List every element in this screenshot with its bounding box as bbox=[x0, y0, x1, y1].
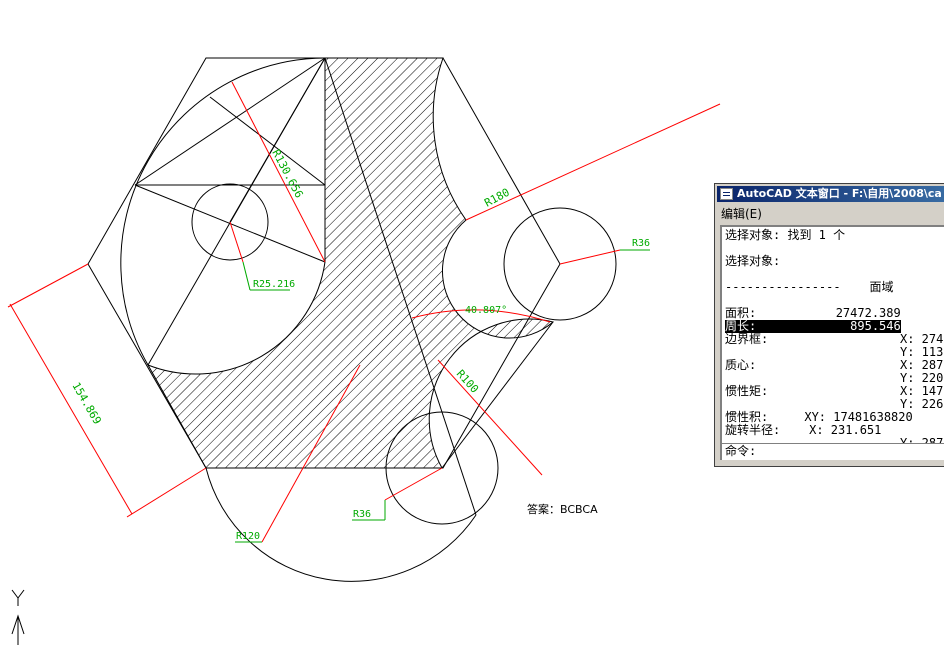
dim-radius-120: R120 bbox=[236, 531, 260, 542]
line-select-found: 选择对象: 找到 1 个 bbox=[725, 228, 846, 242]
line-bbox-label: 边界框: bbox=[725, 332, 769, 346]
dim-radius-36-bottom: R36 bbox=[353, 509, 371, 520]
menu-edit[interactable]: 编辑(E) bbox=[721, 205, 762, 222]
answer-label: 答案：BCBCA bbox=[527, 502, 598, 516]
large-arc-left bbox=[120, 57, 326, 366]
dim-radius-25: R25.216 bbox=[253, 279, 295, 290]
text-window-output[interactable]: 选择对象: 找到 1 个 选择对象: ---------------- 面域 面… bbox=[720, 225, 944, 460]
command-line[interactable]: 命令: bbox=[722, 443, 944, 460]
text-window-title: AutoCAD 文本窗口 - F:\自用\2008\ca bbox=[737, 187, 942, 200]
autocad-text-window[interactable]: AutoCAD 文本窗口 - F:\自用\2008\ca 编辑(E) 选择对象:… bbox=[714, 183, 944, 467]
line-select-obj: 选择对象: bbox=[725, 254, 781, 268]
dim-length: 154.869 bbox=[69, 380, 103, 427]
dim-radius-36-right: R36 bbox=[632, 238, 650, 249]
line-centroid-label: 质心: bbox=[725, 358, 757, 372]
ucs-icon bbox=[11, 589, 25, 645]
text-window-titlebar[interactable]: AutoCAD 文本窗口 - F:\自用\2008\ca bbox=[717, 186, 944, 202]
window-icon[interactable] bbox=[720, 188, 733, 200]
command-prompt: 命令: bbox=[725, 444, 757, 458]
line-separator: ---------------- 面域 bbox=[725, 280, 894, 294]
hatched-region bbox=[146, 57, 555, 469]
dim-radius-130: R130.656 bbox=[269, 147, 305, 200]
dim-angle: 40.807° bbox=[465, 305, 507, 316]
line-gyration: 旋转半径: X: 231.651 bbox=[725, 423, 882, 437]
bottom-arc bbox=[205, 467, 477, 582]
line-inertia-label: 惯性矩: bbox=[725, 384, 769, 398]
